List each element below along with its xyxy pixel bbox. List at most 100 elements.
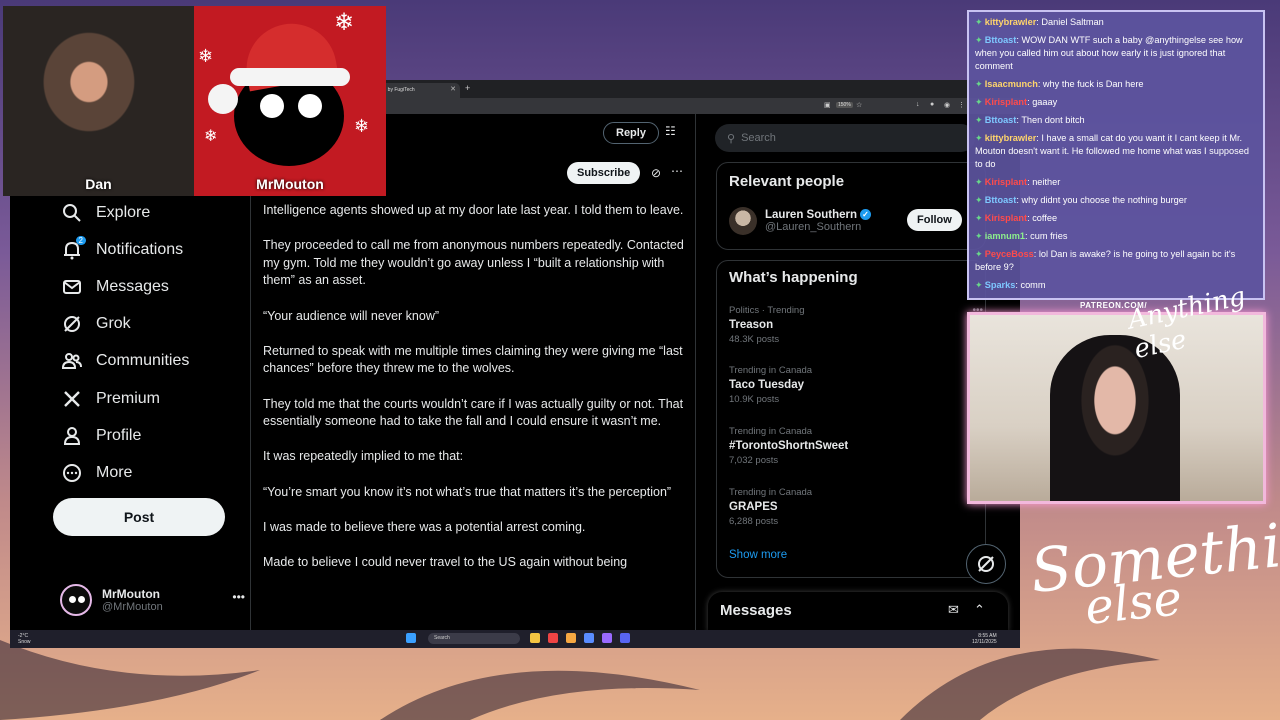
chat-username[interactable]: Isaacmunch bbox=[985, 79, 1038, 89]
mascot-eye bbox=[260, 94, 284, 118]
stream-overlay: { "browser": { "tab_title": "ctive by Fu… bbox=[0, 0, 1280, 720]
clock-date: 12/11/2025 bbox=[972, 639, 997, 645]
chat-message: ✦ kittybrawler: I have a small cat do you… bbox=[975, 132, 1257, 171]
nav-grok[interactable]: Grok bbox=[60, 309, 131, 339]
account-more-icon[interactable]: ••• bbox=[232, 590, 245, 604]
profile-icon[interactable]: ◉ bbox=[944, 101, 950, 109]
person-name: Lauren Southern bbox=[765, 209, 858, 221]
chat-message: ✦ Bttoast: WOW DAN WTF such a baby @anyth… bbox=[975, 34, 1257, 73]
chat-username[interactable]: Bttoast bbox=[985, 195, 1017, 205]
compose-message-icon[interactable]: ✉ bbox=[948, 602, 959, 618]
tweet-paragraph: “Your audience will never know” bbox=[263, 308, 440, 323]
chat-username[interactable]: kittybrawler bbox=[985, 17, 1037, 27]
badge-icon: ✦ bbox=[975, 231, 983, 241]
chat-username[interactable]: Kirisplant bbox=[985, 213, 1027, 223]
chat-username[interactable]: Bttoast bbox=[985, 35, 1017, 45]
search-input[interactable]: ⚲ Search bbox=[715, 124, 975, 152]
taskbar-search[interactable]: Search bbox=[428, 633, 520, 644]
nav-more[interactable]: More bbox=[60, 458, 132, 488]
webcam-mrmouton: ❄ ❄ ❄ ❄ MrMouton bbox=[194, 6, 386, 196]
person-icon bbox=[60, 424, 84, 448]
verified-icon: ✓ bbox=[860, 209, 872, 221]
account-switcher[interactable]: MrMouton @MrMouton ••• bbox=[60, 580, 245, 620]
install-icon[interactable]: ▣ bbox=[824, 101, 831, 109]
happening-title: What’s happening bbox=[729, 269, 858, 286]
nav-label: Notifications bbox=[96, 241, 184, 258]
chat-text: neither bbox=[1032, 177, 1061, 187]
chevron-up-icon[interactable]: ⌃ bbox=[974, 602, 985, 618]
badge-icon: ✦ bbox=[975, 195, 983, 205]
chat-username[interactable]: Sparks bbox=[985, 280, 1016, 290]
trend-name: Taco Tuesday bbox=[729, 379, 804, 391]
chat-username[interactable]: kittybrawler bbox=[985, 133, 1037, 143]
nav-messages[interactable]: Messages bbox=[60, 272, 169, 302]
nav-notifications[interactable]: 2 Notifications bbox=[60, 235, 183, 265]
badge-icon: ✦ bbox=[975, 17, 983, 27]
nav-explore[interactable]: Explore bbox=[60, 198, 150, 228]
badge-icon: ✦ bbox=[975, 35, 983, 45]
star-icon[interactable]: ☆ bbox=[856, 101, 862, 109]
trend-name: #TorontoShortnSweet bbox=[729, 440, 849, 452]
badge-icon: ✦ bbox=[975, 249, 983, 259]
whats-happening-panel: What’s happening Politics · Trending Tre… bbox=[716, 260, 986, 578]
new-tab-icon[interactable]: + bbox=[465, 83, 470, 93]
post-button[interactable]: Post bbox=[53, 498, 225, 536]
messages-dock[interactable]: Messages ✉ ⌃ bbox=[708, 592, 1008, 632]
trend-item[interactable]: Trending in Canada #TorontoShortnSweet 7… bbox=[729, 426, 983, 466]
trend-item[interactable]: Trending in Canada Taco Tuesday 10.9K po… bbox=[729, 365, 983, 405]
chat-message: ✦ kittybrawler: Daniel Saltman bbox=[975, 16, 1257, 29]
relevant-person[interactable]: Lauren Southern ✓ @Lauren_Southern bbox=[729, 207, 872, 235]
system-clock[interactable]: 8:55 AM 12/11/2025 bbox=[972, 633, 997, 645]
chat-message: ✦ Kirisplant: neither bbox=[975, 176, 1257, 189]
nav-label: Explore bbox=[96, 204, 151, 221]
chat-message: ✦ Kirisplant: gaaay bbox=[975, 96, 1257, 109]
nav-profile[interactable]: Profile bbox=[60, 421, 141, 451]
sliders-icon[interactable]: ☷ bbox=[665, 124, 676, 138]
chat-message: ✦ Kirisplant: coffee bbox=[975, 212, 1257, 225]
zoom-level[interactable]: 150% bbox=[836, 102, 853, 108]
download-icon[interactable]: ↓ bbox=[916, 101, 920, 108]
trend-item[interactable]: Trending in Canada GRAPES 6,288 posts ••… bbox=[729, 487, 983, 527]
chat-username[interactable]: Kirisplant bbox=[985, 97, 1027, 107]
person-handle: @Lauren_Southern bbox=[765, 221, 862, 233]
windows-start-icon[interactable] bbox=[406, 633, 416, 643]
menu-icon[interactable]: ⋮ bbox=[958, 101, 965, 109]
tweet-paragraph: It was repeatedly implied to me that: bbox=[263, 449, 464, 464]
chat-username[interactable]: iamnum1 bbox=[985, 231, 1025, 241]
app-icon[interactable] bbox=[584, 633, 594, 643]
weather-widget[interactable]: -2°C Snow bbox=[18, 633, 31, 645]
folder-icon[interactable] bbox=[530, 633, 540, 643]
avatar bbox=[60, 584, 92, 616]
show-more-link[interactable]: Show more bbox=[729, 549, 787, 561]
account-name: MrMouton bbox=[102, 587, 160, 601]
nav-communities[interactable]: Communities bbox=[60, 346, 189, 376]
mail-icon bbox=[60, 275, 84, 299]
close-tab-icon[interactable]: ✕ bbox=[450, 85, 456, 93]
grok-icon[interactable]: ⊘ bbox=[651, 166, 661, 180]
trend-count: 10.9K posts bbox=[729, 394, 780, 405]
trend-item[interactable]: Politics · Trending Treason 48.3K posts … bbox=[729, 305, 983, 345]
discord-icon[interactable] bbox=[620, 633, 630, 643]
nav-premium[interactable]: Premium bbox=[60, 384, 160, 414]
santa-hat-pompom bbox=[208, 84, 238, 114]
app-icon[interactable] bbox=[548, 633, 558, 643]
app-icon[interactable] bbox=[602, 633, 612, 643]
badge-icon: ✦ bbox=[975, 79, 983, 89]
app-icon[interactable] bbox=[566, 633, 576, 643]
messages-title: Messages bbox=[720, 602, 792, 619]
chat-username[interactable]: Bttoast bbox=[985, 115, 1017, 125]
chat-username[interactable]: Kirisplant bbox=[985, 177, 1027, 187]
extension-icon[interactable]: ● bbox=[930, 101, 934, 108]
trend-name: Treason bbox=[729, 319, 774, 331]
chat-username[interactable]: PeyceBoss bbox=[985, 249, 1034, 259]
trend-count: 6,288 posts bbox=[729, 516, 779, 527]
webcam-dan: Dan bbox=[3, 6, 194, 196]
more-icon[interactable]: ⋯ bbox=[671, 164, 683, 178]
reply-button[interactable]: Reply bbox=[603, 122, 659, 144]
grok-icon bbox=[60, 312, 84, 336]
snowflake-icon: ❄ bbox=[198, 46, 214, 66]
subscribe-button[interactable]: Subscribe bbox=[567, 162, 641, 184]
grok-float-button[interactable] bbox=[966, 544, 1006, 584]
nav-label: More bbox=[96, 464, 133, 481]
follow-button[interactable]: Follow bbox=[907, 209, 962, 231]
